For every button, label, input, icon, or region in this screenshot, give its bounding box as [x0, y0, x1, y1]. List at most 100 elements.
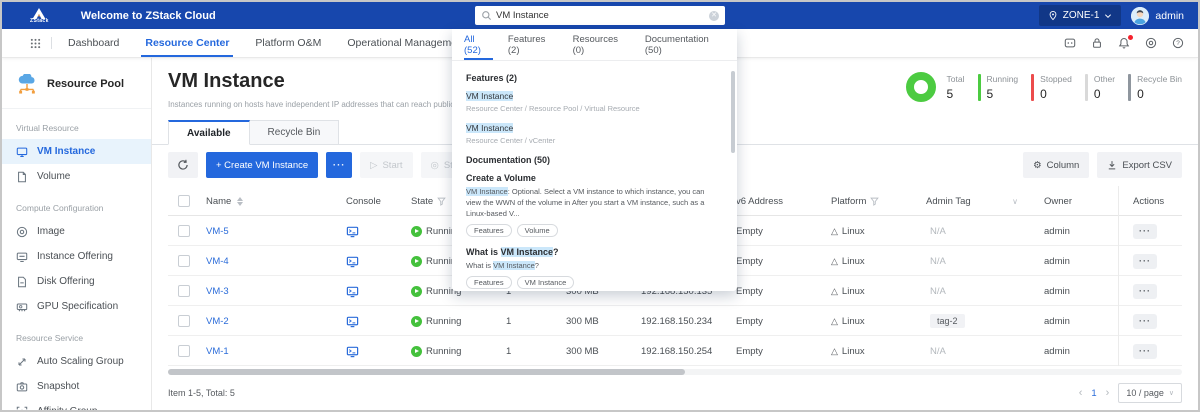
- start-button[interactable]: ▷ Start: [360, 152, 412, 178]
- v6-cell: Empty: [728, 316, 823, 327]
- search-input[interactable]: [496, 10, 709, 21]
- sidebar-section-resource-service: Resource Service: [2, 319, 151, 349]
- vm-name-link[interactable]: VM-4: [206, 256, 229, 267]
- search-tab-all[interactable]: All (52): [464, 29, 493, 60]
- page-size-select[interactable]: 10 / page ∨: [1118, 383, 1182, 403]
- clear-search-icon[interactable]: ✕: [709, 11, 719, 21]
- row-actions-button[interactable]: ···: [1133, 314, 1157, 329]
- select-all-checkbox[interactable]: [178, 195, 190, 207]
- filter-icon[interactable]: [870, 197, 879, 206]
- console-icon[interactable]: [346, 285, 359, 298]
- stat-stopped: Stopped 0: [1031, 74, 1072, 101]
- row-checkbox[interactable]: [178, 225, 190, 237]
- nav-item-dashboard[interactable]: Dashboard: [68, 29, 119, 57]
- row-actions-button[interactable]: ···: [1133, 344, 1157, 359]
- sidebar-item-snapshot[interactable]: Snapshot: [2, 374, 151, 399]
- page-number[interactable]: 1: [1091, 388, 1096, 399]
- row-checkbox[interactable]: [178, 345, 190, 357]
- sidebar-item-auto-scaling-group[interactable]: Auto Scaling Group: [2, 349, 151, 374]
- row-checkbox[interactable]: [178, 255, 190, 267]
- tag-pill: Volume: [517, 224, 558, 237]
- row-actions-button[interactable]: ···: [1133, 254, 1157, 269]
- vm-name-link[interactable]: VM-2: [206, 316, 229, 327]
- console-icon[interactable]: [346, 315, 359, 328]
- result-breadcrumb: Resource Center / Resource Pool / Virtua…: [466, 104, 723, 113]
- column-header-name[interactable]: Name: [198, 196, 338, 207]
- vm-name-link[interactable]: VM-3: [206, 286, 229, 297]
- zstack-logo[interactable]: ZStack: [30, 8, 49, 24]
- column-header-platform[interactable]: Platform: [823, 196, 918, 207]
- dropdown-scrollbar[interactable]: [731, 71, 735, 153]
- header-label: Admin Tag: [926, 196, 971, 207]
- prev-page-icon[interactable]: ‹: [1079, 387, 1083, 399]
- sidebar-item-disk-offering[interactable]: Disk Offering: [2, 269, 151, 294]
- search-tab-documentation[interactable]: Documentation (50): [645, 29, 725, 60]
- search-tab-resources[interactable]: Resources (0): [573, 29, 630, 60]
- console-icon[interactable]: [346, 225, 359, 238]
- console-icon[interactable]: [346, 255, 359, 268]
- toolbar-right: ⚙ Column Export CSV: [1023, 152, 1182, 178]
- chevron-down-icon[interactable]: ∨: [1012, 197, 1018, 206]
- refresh-button[interactable]: [168, 152, 198, 178]
- nav-item-resource-center[interactable]: Resource Center: [145, 29, 229, 57]
- console-icon[interactable]: [346, 345, 359, 358]
- documentation-result[interactable]: What is VM Instance? What is VM Instance…: [466, 247, 723, 289]
- result-breadcrumb: Resource Center / vCenter: [466, 136, 723, 145]
- sidebar-title: Resource Pool: [47, 78, 124, 90]
- console-proxy-icon[interactable]: [1064, 37, 1076, 49]
- sidebar-item-instance-offering[interactable]: Instance Offering: [2, 244, 151, 269]
- stat-value: 0: [1137, 87, 1182, 101]
- running-state-icon: [411, 286, 422, 297]
- sort-icon[interactable]: [237, 197, 243, 206]
- tab-recycle-bin[interactable]: Recycle Bin: [250, 120, 340, 145]
- sidebar-item-affinity-group[interactable]: Affinity Group: [2, 399, 151, 412]
- state-statistics: Total 5 Running 5 Stop: [906, 72, 1182, 102]
- more-actions-button[interactable]: ···: [326, 152, 352, 178]
- scrollbar-thumb[interactable]: [168, 369, 685, 375]
- feature-result[interactable]: VM Instance Resource Center / Resource P…: [466, 91, 723, 113]
- snippet-highlight: VM Instance: [493, 261, 535, 270]
- sidebar-item-label: Snapshot: [37, 381, 79, 392]
- app-window: ZStack Welcome to ZStack Cloud ✕ ZONE-1 …: [0, 0, 1200, 412]
- sidebar-item-volume[interactable]: Volume: [2, 164, 151, 189]
- nav-item-operational-management[interactable]: Operational Management: [347, 29, 466, 57]
- filter-icon[interactable]: [437, 197, 446, 206]
- apps-grid-icon[interactable]: [30, 38, 41, 49]
- nav-item-platform-om[interactable]: Platform O&M: [255, 29, 321, 57]
- horizontal-scrollbar[interactable]: [168, 369, 1182, 375]
- column-header-admin-tag[interactable]: Admin Tag ∨: [918, 196, 1028, 207]
- notifications-bell-icon[interactable]: [1118, 37, 1130, 49]
- vm-name-link[interactable]: VM-5: [206, 226, 229, 237]
- sidebar-item-label: Volume: [37, 171, 70, 182]
- location-pin-icon: [1048, 10, 1058, 21]
- global-search[interactable]: ✕: [475, 6, 725, 25]
- row-checkbox[interactable]: [178, 285, 190, 297]
- table-row-vm-1: VM-1 Running 1 300 MB 192.168.150.254 Em…: [168, 336, 1182, 366]
- export-csv-button[interactable]: Export CSV: [1097, 152, 1182, 178]
- sidebar-item-gpu-specification[interactable]: GPU Specification: [2, 294, 151, 319]
- column-button[interactable]: ⚙ Column: [1023, 152, 1089, 178]
- row-actions-button[interactable]: ···: [1133, 284, 1157, 299]
- sidebar-item-vm-instance[interactable]: VM Instance: [2, 139, 151, 164]
- header-label: Console: [346, 196, 381, 207]
- help-icon[interactable]: ?: [1172, 37, 1184, 49]
- create-vm-instance-button[interactable]: + Create VM Instance: [206, 152, 318, 178]
- vm-name-link[interactable]: VM-1: [206, 346, 229, 357]
- lock-icon[interactable]: [1091, 37, 1103, 49]
- documentation-result[interactable]: Create a Volume VM Instance: Optional. S…: [466, 173, 723, 237]
- zone-selector[interactable]: ZONE-1: [1039, 5, 1122, 26]
- monitor-icon: [16, 146, 28, 158]
- doc-snippet: What is VM Instance?: [466, 261, 718, 272]
- tab-available[interactable]: Available: [168, 120, 250, 145]
- support-icon[interactable]: [1145, 37, 1157, 49]
- doc-tags: Features Volume: [466, 224, 723, 237]
- sidebar-item-label: Image: [37, 226, 65, 237]
- doc-snippet: VM Instance: Optional. Select a VM insta…: [466, 187, 718, 220]
- row-checkbox[interactable]: [178, 315, 190, 327]
- feature-result[interactable]: VM Instance Resource Center / vCenter: [466, 123, 723, 145]
- next-page-icon[interactable]: ›: [1106, 387, 1110, 399]
- row-actions-button[interactable]: ···: [1133, 224, 1157, 239]
- sidebar-item-image[interactable]: Image: [2, 219, 151, 244]
- user-menu[interactable]: admin: [1131, 7, 1184, 25]
- search-tab-features[interactable]: Features (2): [508, 29, 558, 60]
